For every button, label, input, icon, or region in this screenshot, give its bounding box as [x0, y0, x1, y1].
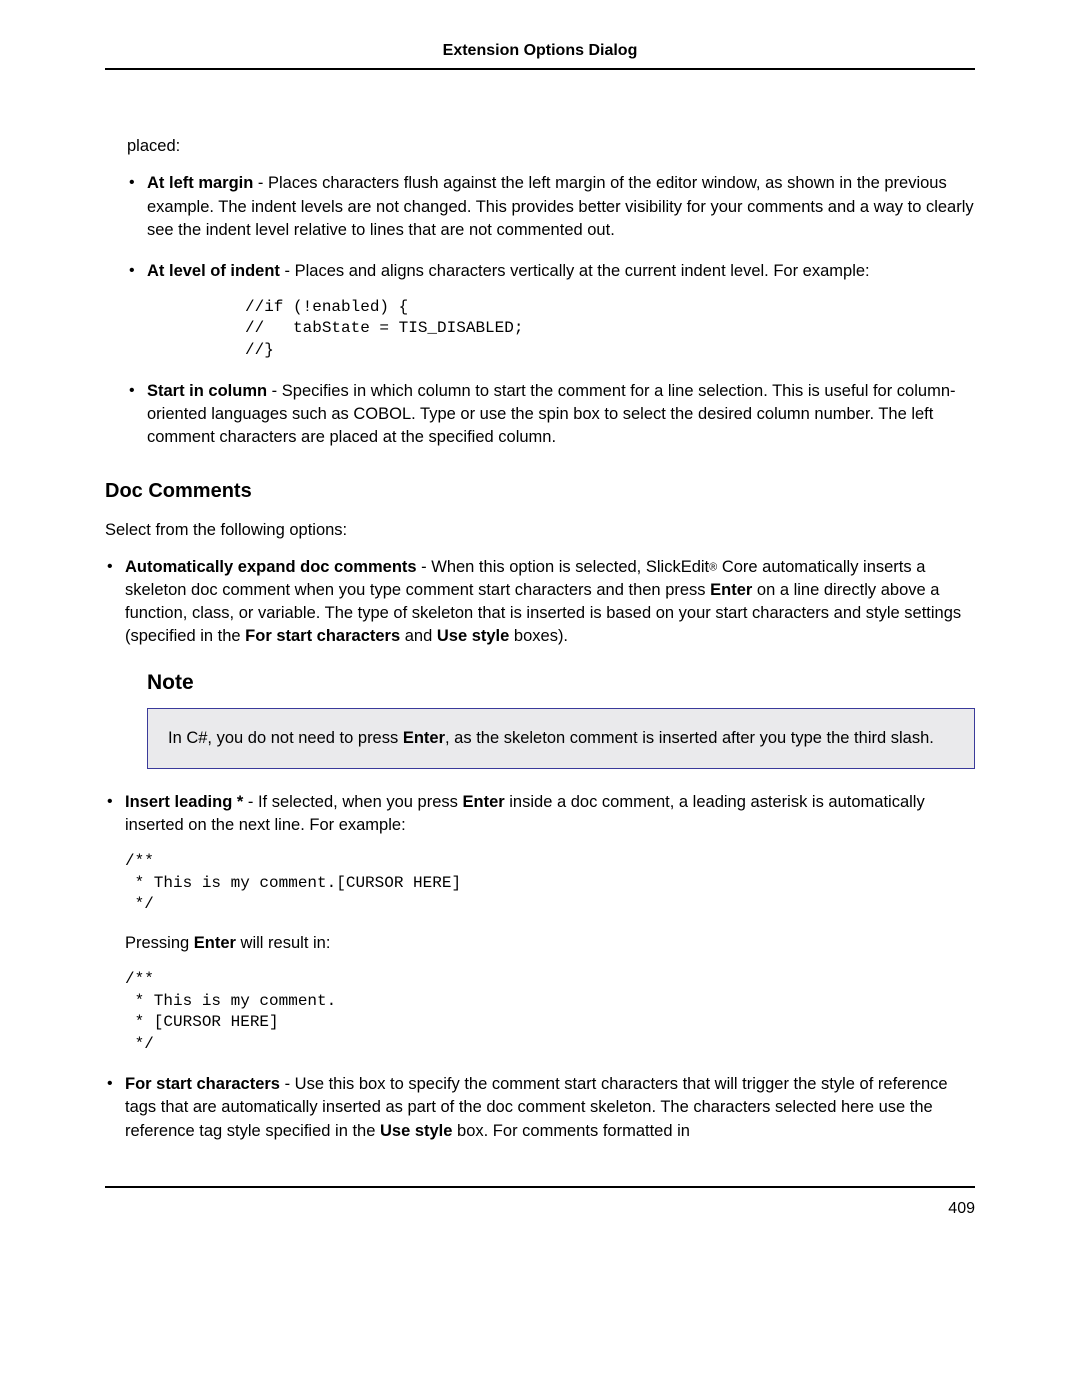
key-enter: Enter — [710, 581, 752, 599]
item-label: Automatically expand doc comments — [125, 558, 417, 576]
item-text: - Places characters flush against the le… — [147, 174, 974, 238]
placement-list: At left margin - Places characters flush… — [127, 172, 975, 448]
doc-intro: Select from the following options: — [105, 519, 975, 542]
item-label: Start in column — [147, 382, 267, 400]
field-use-style: Use style — [380, 1122, 452, 1140]
key-enter: Enter — [194, 934, 236, 952]
item-label: For start characters — [125, 1075, 280, 1093]
code-block: //if (!enabled) { // tabState = TIS_DISA… — [245, 297, 975, 362]
code-block-after: /** * This is my comment. * [CURSOR HERE… — [125, 969, 975, 1055]
page-content: placed: At left margin - Places characte… — [105, 135, 975, 1187]
doc-options-list: Automatically expand doc comments - When… — [105, 556, 975, 1143]
page-number: 409 — [0, 1198, 975, 1220]
lead-text: placed: — [127, 135, 975, 158]
item-label: At left margin — [147, 174, 253, 192]
doc-comments-heading: Doc Comments — [105, 477, 975, 505]
item-insert-leading-asterisk: Insert leading * - If selected, when you… — [105, 791, 975, 1055]
item-label: At level of indent — [147, 262, 280, 280]
item-auto-expand: Automatically expand doc comments - When… — [105, 556, 975, 769]
item-text: - Specifies in which column to start the… — [147, 382, 956, 446]
field-use-style: Use style — [437, 627, 509, 645]
key-enter: Enter — [462, 793, 504, 811]
page-header: Extension Options Dialog — [105, 40, 975, 70]
item-at-left-margin: At left margin - Places characters flush… — [127, 172, 975, 241]
note-box: In C#, you do not need to press Enter, a… — [147, 708, 975, 769]
mid-text: Pressing Enter will result in: — [125, 932, 975, 955]
key-enter: Enter — [403, 729, 445, 747]
item-text: - Places and aligns characters verticall… — [280, 262, 870, 280]
note-heading: Note — [147, 668, 975, 697]
code-block-before: /** * This is my comment.[CURSOR HERE] *… — [125, 851, 975, 916]
item-at-level-of-indent: At level of indent - Places and aligns c… — [127, 260, 975, 362]
item-label: Insert leading * — [125, 793, 243, 811]
item-for-start-characters: For start characters - Use this box to s… — [105, 1073, 975, 1142]
field-for-start-characters: For start characters — [245, 627, 400, 645]
item-start-in-column: Start in column - Specifies in which col… — [127, 380, 975, 449]
